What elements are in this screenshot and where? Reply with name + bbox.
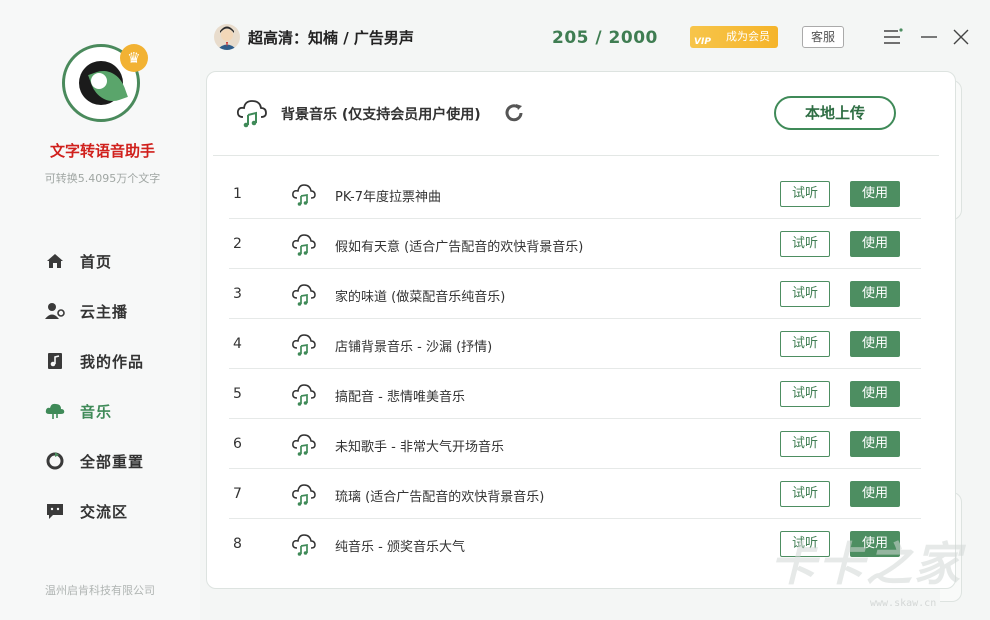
nav-menu: 首页 云主播 我的作品 音乐 全部重置 交流区 [44,236,184,536]
track-number: 1 [233,186,242,202]
local-upload-button[interactable]: 本地上传 [774,96,896,130]
music-cloud-icon [291,181,317,207]
nav-label: 音乐 [80,402,113,421]
menu-icon[interactable] [883,28,903,46]
nav-item-home[interactable]: 首页 [44,236,184,286]
become-vip-button[interactable]: VIP 成为会员 [690,26,778,48]
listen-button[interactable]: 试听 [780,281,830,307]
music-cloud-icon [291,231,317,257]
minimize-icon[interactable] [920,28,938,46]
track-name: 纯音乐 - 颁奖音乐大气 [335,540,465,555]
app-subtitle: 可转换5.4095万个文字 [44,172,161,185]
track-name: 店铺背景音乐 - 沙漏 (抒情) [335,340,493,355]
track-name: 未知歌手 - 非常大气开场音乐 [335,440,504,455]
use-button[interactable]: 使用 [850,531,900,557]
company-name: 温州启肯科技有限公司 [45,584,155,597]
close-icon[interactable] [952,28,970,46]
nav-label: 首页 [80,252,113,271]
crown-icon: ♛ [120,44,148,72]
refresh-icon[interactable] [503,102,525,124]
track-row: 2 假如有天意 (适合广告配音的欢快背景音乐) 试听 使用 [229,219,921,269]
music-cloud-icon [44,400,66,422]
track-row: 7 琉璃 (适合广告配音的欢快背景音乐) 试听 使用 [229,469,921,519]
use-button[interactable]: 使用 [850,381,900,407]
track-name: 家的味道 (做菜配音乐纯音乐) [335,290,506,305]
track-row: 3 家的味道 (做菜配音乐纯音乐) 试听 使用 [229,269,921,319]
home-icon [44,250,66,272]
panel-title: 背景音乐 (仅支持会员用户使用) [281,107,481,123]
anchor-icon [44,300,66,322]
nav-item-works[interactable]: 我的作品 [44,336,184,386]
nav-label: 云主播 [80,302,129,321]
panel-header: 背景音乐 (仅支持会员用户使用) 本地上传 [207,72,955,156]
listen-button[interactable]: 试听 [780,381,830,407]
nav-item-reset[interactable]: 全部重置 [44,436,184,486]
track-number: 4 [233,336,242,352]
music-cloud-icon [235,96,269,130]
music-cloud-icon [291,481,317,507]
use-button[interactable]: 使用 [850,281,900,307]
listen-button[interactable]: 试听 [780,431,830,457]
customer-service-button[interactable]: 客服 [802,26,844,48]
track-name: 搞配音 - 悲情唯美音乐 [335,390,465,405]
works-icon [44,350,66,372]
reset-icon [44,450,66,472]
track-name: 琉璃 (适合广告配音的欢快背景音乐) [335,490,545,505]
music-cloud-icon [291,381,317,407]
track-number: 2 [233,236,242,252]
music-cloud-icon [291,531,317,557]
nav-label: 交流区 [80,502,129,521]
vip-tag: VIP [694,37,711,47]
track-number: 5 [233,386,242,402]
track-row: 4 店铺背景音乐 - 沙漏 (抒情) 试听 使用 [229,319,921,369]
vip-label: 成为会员 [726,30,770,43]
music-panel: 背景音乐 (仅支持会员用户使用) 本地上传 1 PK-7年度拉票神曲 试听 使用 2 假如… [206,71,956,589]
use-button[interactable]: 使用 [850,431,900,457]
avatar[interactable] [214,24,240,50]
music-cloud-icon [291,331,317,357]
sidebar: ♛ 文字转语音助手 可转换5.4095万个文字 首页 云主播 我的作品 音乐 全… [0,0,200,620]
use-button[interactable]: 使用 [850,331,900,357]
listen-button[interactable]: 试听 [780,181,830,207]
voice-selector[interactable]: 超高清：知楠 / 广告男声 [248,27,414,48]
char-counter: 205 / 2000 [552,28,658,48]
nav-item-music[interactable]: 音乐 [44,386,184,436]
nav-label: 全部重置 [80,452,145,471]
nav-item-anchor[interactable]: 云主播 [44,286,184,336]
app-logo: ♛ [62,44,148,124]
track-name: 假如有天意 (适合广告配音的欢快背景音乐) [335,240,584,255]
top-bar: 超高清：知楠 / 广告男声 205 / 2000 VIP 成为会员 客服 [200,0,990,70]
nav-item-chat[interactable]: 交流区 [44,486,184,536]
divider [213,155,939,156]
track-row: 8 纯音乐 - 颁奖音乐大气 试听 使用 [229,519,921,569]
listen-button[interactable]: 试听 [780,331,830,357]
use-button[interactable]: 使用 [850,481,900,507]
track-row: 1 PK-7年度拉票神曲 试听 使用 [229,169,921,219]
app-name: 文字转语音助手 [49,142,155,160]
track-number: 6 [233,436,242,452]
track-row: 6 未知歌手 - 非常大气开场音乐 试听 使用 [229,419,921,469]
track-number: 3 [233,286,242,302]
use-button[interactable]: 使用 [850,181,900,207]
listen-button[interactable]: 试听 [780,231,830,257]
use-button[interactable]: 使用 [850,231,900,257]
listen-button[interactable]: 试听 [780,531,830,557]
track-number: 7 [233,486,242,502]
listen-button[interactable]: 试听 [780,481,830,507]
track-list: 1 PK-7年度拉票神曲 试听 使用 2 假如有天意 (适合广告配音的欢快背景音乐) 试听使… [229,169,921,569]
nav-label: 我的作品 [80,352,145,371]
chat-icon [44,500,66,522]
music-cloud-icon [291,281,317,307]
track-name: PK-7年度拉票神曲 [335,190,441,205]
track-row: 5 搞配音 - 悲情唯美音乐 试听 使用 [229,369,921,419]
watermark-url: www.skaw.cn [870,598,937,609]
music-cloud-icon [291,431,317,457]
track-number: 8 [233,536,242,552]
